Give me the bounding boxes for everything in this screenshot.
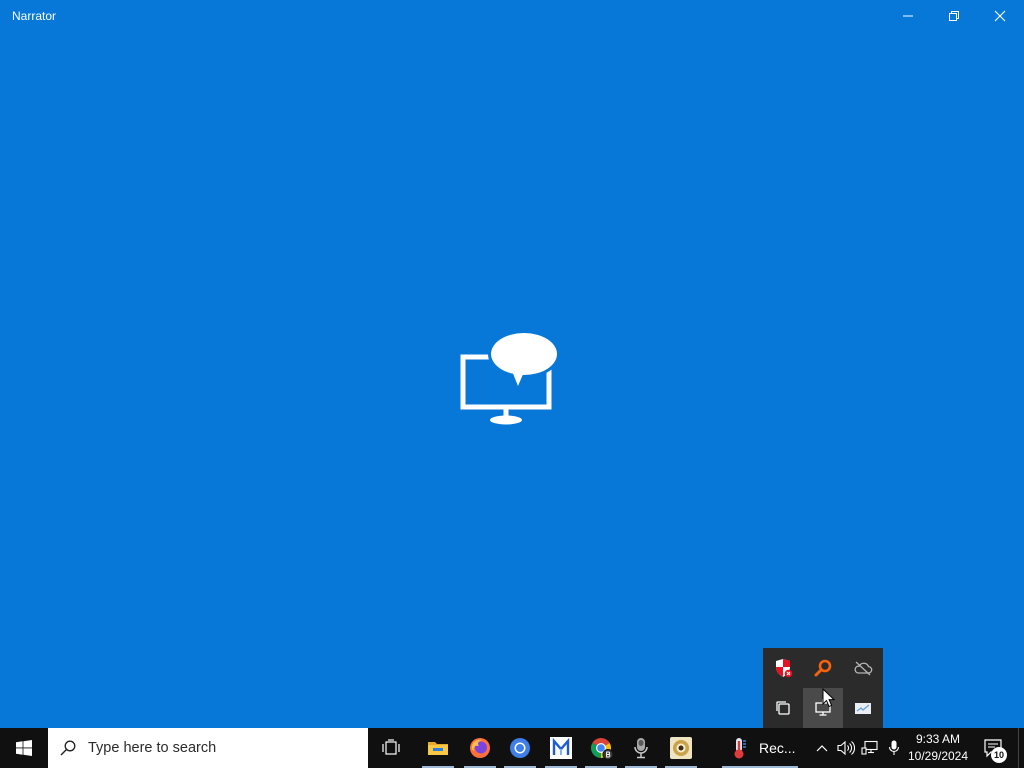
network-icon xyxy=(861,740,878,755)
m-app-icon xyxy=(550,737,572,759)
microphone-app-button[interactable] xyxy=(621,728,661,768)
show-desktop-button[interactable] xyxy=(1018,728,1024,768)
running-task-label: Rec... xyxy=(759,740,796,756)
microphone-icon xyxy=(888,740,900,755)
firefox-button[interactable] xyxy=(460,728,500,768)
close-button[interactable] xyxy=(977,0,1023,32)
search-placeholder: Type here to search xyxy=(88,740,217,756)
mouse-cursor xyxy=(822,688,836,708)
mail-card-icon xyxy=(855,703,871,714)
minimize-icon xyxy=(903,15,913,17)
clock-time: 9:33 AM xyxy=(915,732,961,746)
webcam-app-button[interactable] xyxy=(661,728,701,768)
microphone-app-icon xyxy=(634,738,648,759)
chromium-button[interactable] xyxy=(500,728,540,768)
chrome-badge-icon xyxy=(591,738,613,760)
search-icon xyxy=(60,740,76,756)
thermometer-icon xyxy=(734,738,746,759)
security-shield-icon xyxy=(776,659,793,678)
window-title: Narrator xyxy=(12,9,57,23)
clock[interactable]: 9:33 AM 10/29/2024 xyxy=(906,728,970,768)
title-bar[interactable]: Narrator xyxy=(0,0,1024,32)
restore-button[interactable] xyxy=(931,0,977,32)
task-view-button[interactable] xyxy=(371,728,411,768)
chrome-button[interactable] xyxy=(581,728,621,768)
chevron-up-icon xyxy=(816,745,828,752)
windows-logo-icon xyxy=(16,740,32,756)
running-task-rec[interactable]: Rec... xyxy=(718,728,802,768)
m-app-button[interactable] xyxy=(541,728,581,768)
copy-windows-icon xyxy=(776,701,790,715)
narrator-window: Narrator xyxy=(0,0,1024,728)
tray-item-search-tool[interactable] xyxy=(803,648,843,688)
chromium-icon xyxy=(510,738,530,758)
tray-item-copy[interactable] xyxy=(763,688,803,728)
webcam-app-icon xyxy=(670,737,692,759)
notification-count-badge: 10 xyxy=(991,747,1007,763)
network-button[interactable] xyxy=(860,728,880,768)
volume-icon xyxy=(837,740,855,756)
volume-button[interactable] xyxy=(836,728,856,768)
taskbar: Type here to search Rec... 9:33 AM 10/29… xyxy=(0,728,1024,768)
narrator-icon xyxy=(460,330,558,425)
show-hidden-icons-button[interactable] xyxy=(812,728,832,768)
task-view-icon xyxy=(382,739,400,755)
clock-date: 10/29/2024 xyxy=(907,749,969,763)
minimize-button[interactable] xyxy=(885,0,931,32)
file-explorer-button[interactable] xyxy=(418,728,458,768)
action-center-button[interactable]: 10 xyxy=(976,728,1010,768)
close-icon xyxy=(994,10,1006,22)
microphone-tray-button[interactable] xyxy=(884,728,904,768)
tray-item-cloud[interactable] xyxy=(843,648,883,688)
file-explorer-icon xyxy=(428,742,448,755)
start-button[interactable] xyxy=(0,728,48,768)
orange-search-icon xyxy=(814,659,832,677)
tray-item-security[interactable] xyxy=(763,648,803,688)
cloud-offline-icon xyxy=(854,661,873,676)
restore-icon xyxy=(949,11,959,21)
tray-item-mail[interactable] xyxy=(843,688,883,728)
firefox-icon xyxy=(470,738,490,758)
search-box[interactable]: Type here to search xyxy=(48,728,368,768)
